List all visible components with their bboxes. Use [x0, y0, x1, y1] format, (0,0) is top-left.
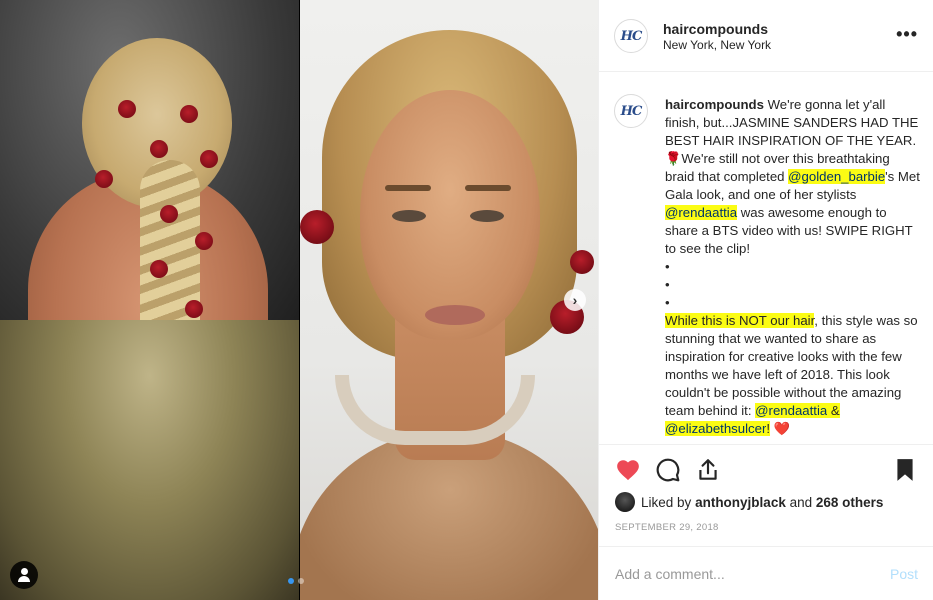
rose — [118, 100, 136, 118]
bullet: • — [665, 295, 670, 310]
bullet: • — [665, 277, 670, 292]
post-sidebar: HC haircompounds New York, New York ••• … — [598, 0, 933, 600]
caption-text: haircompounds We're gonna let y'all fini… — [665, 96, 920, 438]
rose — [150, 140, 168, 158]
highlighted-text: While this is NOT our hair — [665, 313, 815, 328]
post-date[interactable]: SEPTEMBER 29, 2018 — [615, 522, 719, 533]
share-icon[interactable] — [695, 457, 721, 483]
mention-link[interactable]: @golden_barbie — [788, 169, 886, 184]
carousel-indicator — [288, 578, 304, 584]
caption-username[interactable]: haircompounds — [665, 97, 764, 112]
bullet: • — [665, 259, 670, 274]
rose — [95, 170, 113, 188]
profile-avatar[interactable]: HC — [614, 19, 648, 53]
caption-avatar[interactable]: HC — [614, 94, 648, 128]
mention-link[interactable]: @rendaattia — [755, 403, 828, 418]
chevron-right-icon: › — [572, 292, 578, 308]
post-location[interactable]: New York, New York — [663, 38, 771, 52]
liker-username[interactable]: anthonyjblack — [695, 495, 786, 510]
rose — [160, 205, 178, 223]
comment-icon[interactable] — [655, 457, 681, 483]
rose — [195, 232, 213, 250]
rose — [185, 300, 203, 318]
eye — [392, 210, 426, 222]
next-slide-button[interactable]: › — [564, 289, 586, 311]
likes-prefix: Liked by — [641, 494, 692, 510]
post-username[interactable]: haircompounds — [663, 21, 768, 37]
post-header: HC haircompounds New York, New York ••• — [599, 0, 933, 72]
photo-back-braid — [0, 0, 299, 600]
heart-emoji: ❤️ — [773, 421, 791, 436]
rose — [570, 250, 594, 274]
eye — [470, 210, 504, 222]
rose — [180, 105, 198, 123]
rose — [150, 260, 168, 278]
bookmark-icon[interactable] — [892, 457, 918, 483]
comment-input[interactable] — [615, 563, 865, 585]
eyebrow — [385, 185, 431, 191]
lips — [425, 305, 485, 325]
action-bar — [599, 444, 933, 494]
post-media[interactable]: › — [0, 0, 598, 600]
hc-logo-icon: HC — [620, 28, 643, 44]
gold-gown — [0, 320, 299, 600]
likes-count-link[interactable]: 268 others — [816, 495, 884, 510]
choker-necklace — [335, 375, 535, 445]
model-face — [360, 90, 540, 340]
likes-and: and — [789, 494, 813, 510]
carousel-dot-active — [288, 578, 294, 584]
rose — [200, 150, 218, 168]
user-icon-head — [20, 568, 28, 575]
caption-section: HC haircompounds We're gonna let y'all f… — [599, 72, 933, 444]
liker-avatar[interactable] — [615, 492, 635, 512]
more-options-icon[interactable]: ••• — [896, 24, 918, 45]
like-heart-icon[interactable] — [615, 457, 641, 483]
tagged-users-button[interactable] — [10, 561, 38, 589]
carousel-dot — [298, 578, 304, 584]
mention-link[interactable]: @elizabethsulcer — [665, 421, 767, 436]
eyebrow — [465, 185, 511, 191]
mention-link[interactable]: @rendaattia — [665, 205, 738, 220]
hc-logo-icon: HC — [620, 103, 643, 119]
likes-summary: Liked by anthonyjblack and 268 others — [615, 491, 883, 513]
caption-part: ! — [766, 421, 771, 436]
rose — [300, 210, 334, 244]
post-comment-button[interactable]: Post — [890, 566, 918, 582]
comment-form: Post — [599, 546, 933, 600]
rose-emoji: 🌹 — [665, 151, 682, 166]
caption-part: & — [827, 403, 840, 418]
user-icon-body — [18, 576, 30, 582]
photo-face-closeup — [300, 0, 598, 600]
